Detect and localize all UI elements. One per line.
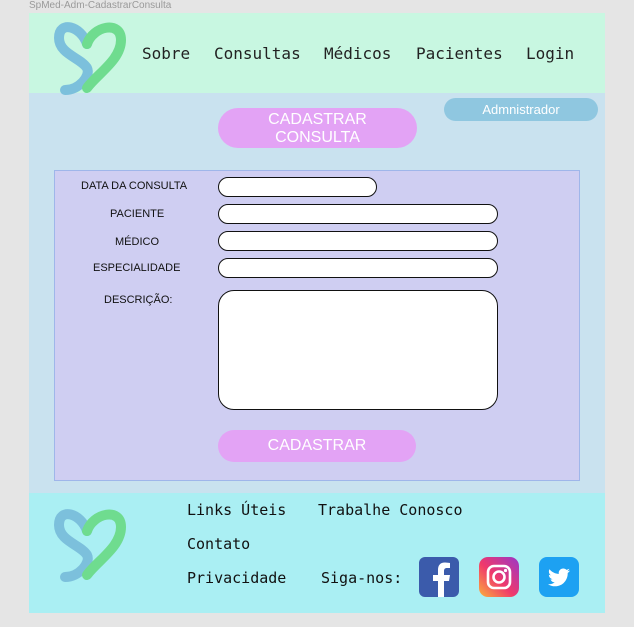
header: Sobre Consultas Médicos Pacientes Login (29, 13, 605, 96)
logo-icon[interactable] (51, 16, 131, 96)
nav-consultas[interactable]: Consultas (214, 44, 301, 63)
date-input[interactable] (218, 177, 377, 197)
page-title-line2: CONSULTA (275, 129, 360, 146)
user-role-badge: Admnistrador (444, 98, 598, 121)
nav-pacientes[interactable]: Pacientes (416, 44, 503, 63)
description-textarea[interactable] (218, 290, 498, 410)
footer: Links Úteis Trabalhe Conosco Contato Pri… (29, 493, 605, 613)
follow-label: Siga-nos: (321, 569, 403, 587)
nav-login[interactable]: Login (526, 44, 574, 63)
twitter-icon[interactable] (539, 557, 579, 597)
page-title: CADASTRAR CONSULTA (218, 108, 417, 148)
instagram-icon[interactable] (479, 557, 519, 597)
description-label: DESCRIÇÃO: (104, 294, 173, 306)
consultation-form: DATA DA CONSULTA PACIENTE MÉDICO ESPECIA… (54, 170, 580, 481)
footer-link-useful[interactable]: Links Úteis (187, 501, 286, 519)
nav-sobre[interactable]: Sobre (142, 44, 190, 63)
frame-label: SpMed-Adm-CadastrarConsulta (29, 0, 172, 11)
patient-input[interactable] (218, 204, 498, 224)
patient-label: PACIENTE (110, 208, 165, 220)
page-title-line1: CADASTRAR (268, 111, 367, 128)
footer-link-privacy[interactable]: Privacidade (187, 569, 286, 587)
specialty-label: ESPECIALIDADE (93, 262, 181, 274)
doctor-input[interactable] (218, 231, 498, 251)
specialty-input[interactable] (218, 258, 498, 278)
nav-medicos[interactable]: Médicos (324, 44, 391, 63)
facebook-icon[interactable] (419, 557, 459, 597)
page: Sobre Consultas Médicos Pacientes Login … (29, 13, 605, 613)
doctor-label: MÉDICO (115, 236, 159, 248)
date-label: DATA DA CONSULTA (81, 180, 188, 192)
submit-button[interactable]: CADASTRAR (218, 430, 416, 462)
footer-logo-icon[interactable] (51, 503, 131, 583)
footer-link-contact[interactable]: Contato (187, 535, 250, 553)
footer-link-careers[interactable]: Trabalhe Conosco (318, 501, 463, 519)
